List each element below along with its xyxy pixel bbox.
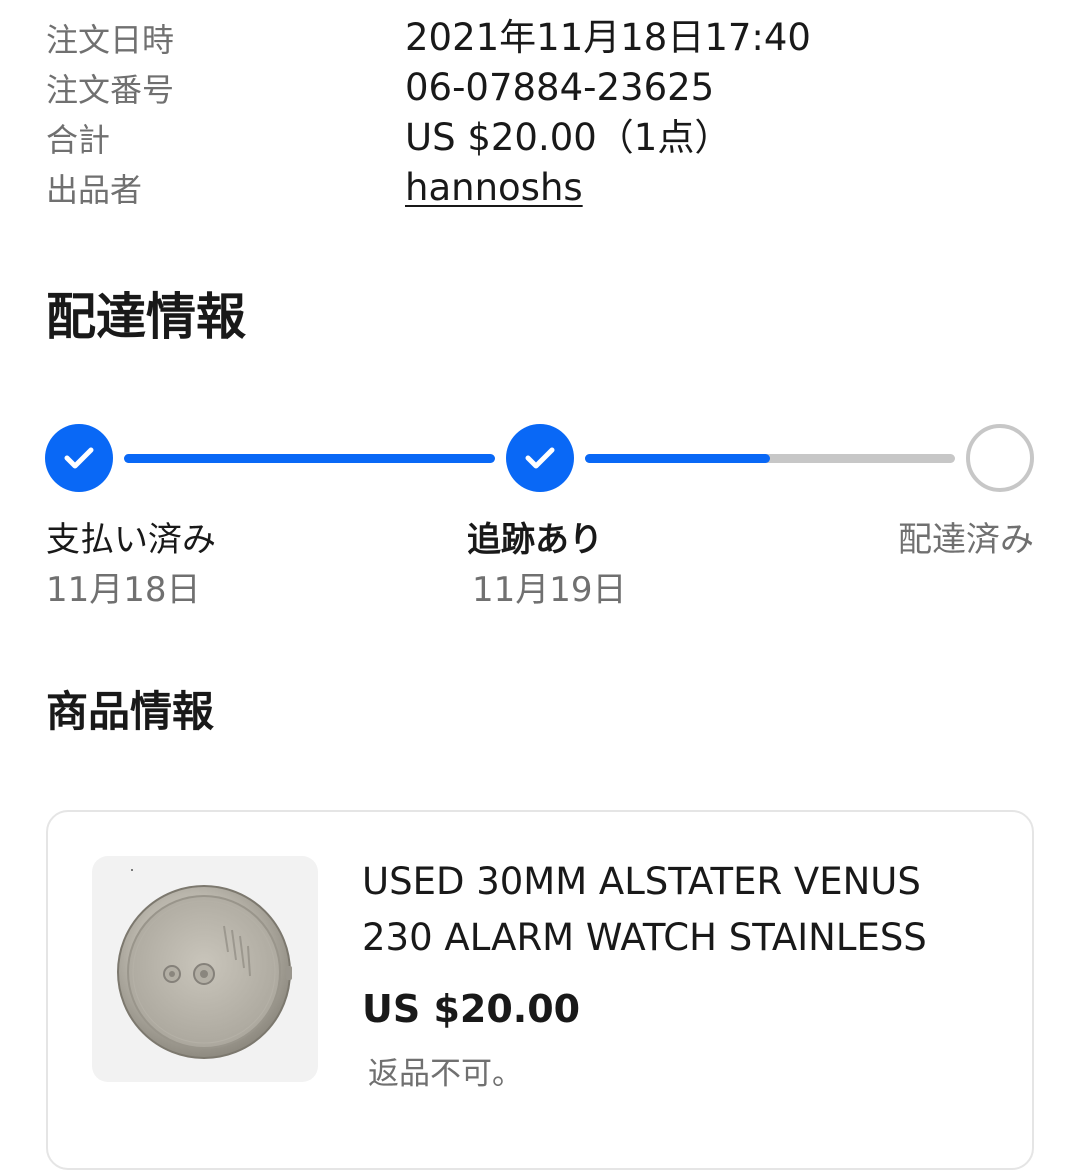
step-delivered-label: 配達済み bbox=[898, 520, 1034, 560]
checkmark-icon bbox=[64, 447, 94, 469]
progress-segment-2-fill bbox=[585, 454, 770, 463]
step-paid-date: 11月18日 bbox=[46, 570, 201, 610]
return-policy-text: 返品不可。 bbox=[368, 1056, 523, 1092]
step-paid-label: 支払い済み bbox=[46, 520, 216, 560]
step-delivered-indicator bbox=[966, 424, 1034, 492]
item-thumbnail[interactable] bbox=[92, 856, 318, 1082]
watch-case-back-image bbox=[117, 869, 292, 1059]
checkmark-icon bbox=[525, 447, 555, 469]
item-card[interactable]: USED 30MM ALSTATER VENUS 230 ALARM WATCH… bbox=[46, 810, 1034, 1170]
shipping-progress-tracker: 支払い済み 11月18日 追跡あり 11月19日 配達済み bbox=[0, 0, 1080, 640]
product-price: US $20.00 bbox=[362, 987, 581, 1031]
step-paid-indicator bbox=[45, 424, 113, 492]
step-tracking-label: 追跡あり bbox=[467, 520, 603, 560]
product-title-link[interactable]: USED 30MM ALSTATER VENUS 230 ALARM WATCH… bbox=[362, 854, 1002, 966]
step-tracking-date: 11月19日 bbox=[472, 570, 627, 610]
progress-segment-1 bbox=[124, 454, 495, 463]
step-tracking-indicator bbox=[506, 424, 574, 492]
item-info-title: 商品情報 bbox=[46, 687, 215, 736]
